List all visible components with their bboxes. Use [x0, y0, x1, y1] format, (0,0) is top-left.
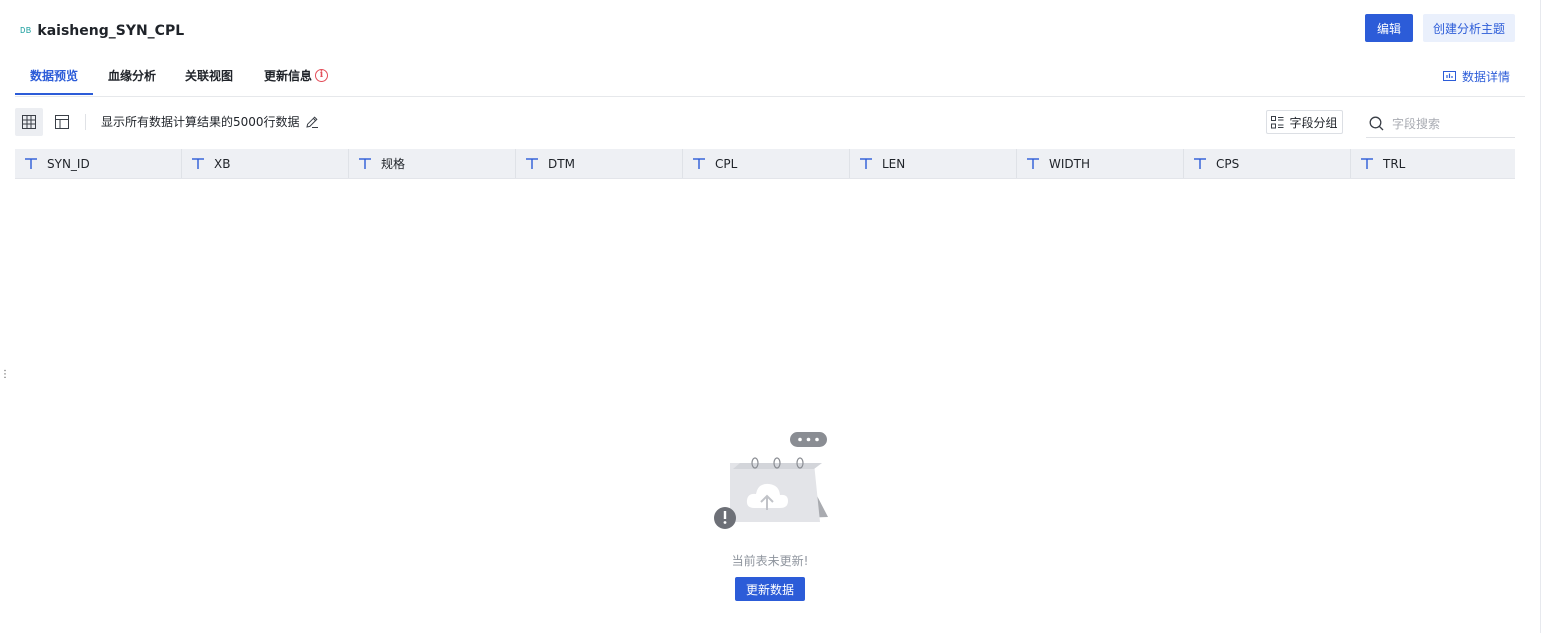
- table-grid-icon: [22, 115, 36, 129]
- column-header-spec[interactable]: 规格: [349, 149, 516, 178]
- tab-bar: 数据预览 血缘分析 关联视图 更新信息 i 数据详情: [15, 62, 1525, 97]
- column-header-width[interactable]: WIDTH: [1017, 149, 1184, 178]
- db-type-icon: DB: [20, 26, 32, 36]
- layout-panel-icon: [55, 115, 69, 129]
- bar-chart-icon: [1442, 71, 1456, 81]
- data-detail-link[interactable]: 数据详情: [1442, 62, 1510, 90]
- text-type-icon: [1361, 157, 1373, 169]
- text-type-icon: [1194, 157, 1206, 169]
- toolbar-divider: [85, 114, 86, 130]
- text-type-icon: [1027, 157, 1039, 169]
- text-type-icon: [192, 157, 204, 169]
- field-group-icon: [1271, 115, 1284, 128]
- column-header-syn-id[interactable]: SYN_ID: [15, 149, 182, 178]
- column-name: SYN_ID: [47, 156, 90, 171]
- text-type-icon: [359, 157, 371, 169]
- tab-data-preview[interactable]: 数据预览: [15, 62, 93, 95]
- field-group-label: 字段分组: [1289, 115, 1338, 130]
- column-header-trl[interactable]: TRL: [1351, 149, 1515, 178]
- create-analysis-topic-button[interactable]: 创建分析主题: [1423, 14, 1515, 42]
- text-type-icon: [526, 157, 538, 169]
- edit-pencil-icon[interactable]: [305, 115, 319, 129]
- update-data-button[interactable]: 更新数据: [735, 577, 805, 601]
- table-header: SYN_ID XB 规格 DTM CPL LEN WIDTH CPS TRL: [15, 149, 1515, 179]
- column-header-dtm[interactable]: DTM: [516, 149, 683, 178]
- column-name: TRL: [1383, 156, 1406, 171]
- column-header-cpl[interactable]: CPL: [683, 149, 850, 178]
- layout-view-button[interactable]: [48, 108, 76, 136]
- search-icon: [1369, 116, 1384, 131]
- edit-button[interactable]: 编辑: [1365, 14, 1413, 42]
- column-name: LEN: [882, 156, 906, 171]
- calendar-cloud-upload-illustration: [714, 432, 828, 529]
- row-count-note: 显示所有数据计算结果的5000行数据: [101, 108, 319, 136]
- column-header-xb[interactable]: XB: [182, 149, 349, 178]
- text-type-icon: [693, 157, 705, 169]
- toolbar: 显示所有数据计算结果的5000行数据 字段分组: [15, 108, 1515, 138]
- field-group-button[interactable]: 字段分组: [1266, 110, 1343, 134]
- warning-info-icon: i: [315, 69, 329, 82]
- row-count-text: 显示所有数据计算结果的5000行数据: [101, 115, 300, 129]
- field-search-input[interactable]: [1392, 116, 1502, 131]
- column-name: 规格: [381, 157, 406, 171]
- column-name: DTM: [548, 156, 575, 171]
- empty-state-message: 当前表未更新!: [731, 554, 809, 568]
- page-title: kaisheng_SYN_CPL: [37, 23, 185, 39]
- text-type-icon: [860, 157, 872, 169]
- column-name: XB: [214, 156, 231, 171]
- column-header-cps[interactable]: CPS: [1184, 149, 1351, 178]
- column-name: CPL: [715, 156, 738, 171]
- right-border: [1540, 0, 1541, 633]
- empty-state: 当前表未更新! 更新数据: [700, 420, 840, 610]
- tab-lineage-analysis[interactable]: 血缘分析: [108, 62, 156, 95]
- column-name: CPS: [1216, 156, 1240, 171]
- tab-update-info[interactable]: 更新信息 i: [264, 62, 329, 95]
- column-header-len[interactable]: LEN: [850, 149, 1017, 178]
- column-name: WIDTH: [1049, 156, 1090, 171]
- resize-handle[interactable]: ⋮: [0, 370, 10, 388]
- data-detail-label: 数据详情: [1461, 69, 1510, 84]
- page-header: DB kaisheng_SYN_CPL: [20, 20, 184, 42]
- field-search: [1366, 110, 1515, 138]
- tab-related-views[interactable]: 关联视图: [185, 62, 233, 95]
- tab-update-info-label: 更新信息: [264, 69, 313, 83]
- grid-view-button[interactable]: [15, 108, 43, 136]
- text-type-icon: [25, 157, 37, 169]
